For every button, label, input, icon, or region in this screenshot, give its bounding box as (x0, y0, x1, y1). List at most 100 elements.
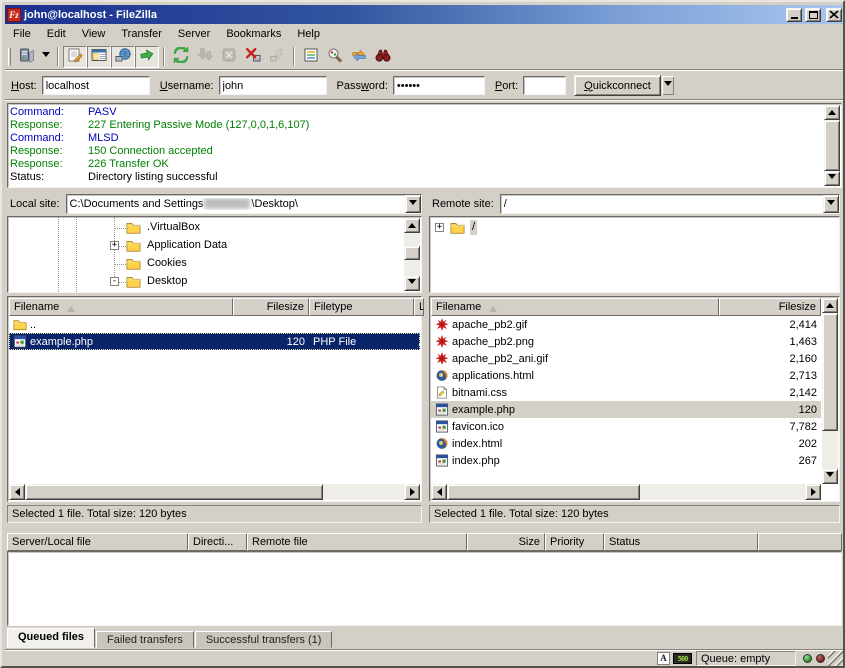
disconnect-button[interactable] (241, 46, 265, 68)
local-directory-tree[interactable]: .VirtualBox+Application DataCookies-Desk… (7, 216, 422, 293)
column-header-filesize[interactable]: Filesize (233, 298, 309, 316)
port-input[interactable] (523, 76, 566, 95)
tree-expander-minus-icon[interactable]: - (110, 277, 119, 286)
remote-site-dropdown-button[interactable] (823, 195, 839, 213)
cancel-button[interactable] (217, 46, 241, 68)
log-line-text: 226 Transfer OK (88, 158, 169, 171)
scroll-down-button[interactable] (824, 171, 840, 186)
file-row-bitnami-css[interactable]: bitnami.css2,142 (431, 384, 821, 401)
file-row-favicon-ico[interactable]: favicon.ico7,782 (431, 418, 821, 435)
local-file-list[interactable]: FilenameFilesizeFiletypeL .. example.php1… (7, 296, 422, 502)
file-row-index-php[interactable]: index.php267 (431, 452, 821, 469)
local-list-hscrollbar[interactable] (9, 484, 420, 500)
message-log-scrollbar[interactable] (824, 105, 840, 186)
scroll-right-button[interactable] (805, 484, 821, 500)
file-row-applications-html[interactable]: applications.html2,713 (431, 367, 821, 384)
tree-expander-plus-icon[interactable]: + (110, 241, 119, 250)
refresh-button[interactable] (169, 46, 193, 68)
scroll-right-button[interactable] (404, 484, 420, 500)
remote-directory-tree[interactable]: +/ (429, 216, 840, 293)
local-site-dropdown-button[interactable] (405, 195, 421, 213)
queue-column-header-size[interactable]: Size (467, 533, 545, 551)
tree-item-cookies[interactable] (8, 255, 421, 273)
queue-body[interactable] (7, 551, 842, 626)
arrow-up-icon (826, 299, 834, 308)
menu-edit[interactable]: Edit (39, 26, 74, 42)
title-bar[interactable]: Fz john@localhost - FileZilla (5, 5, 844, 24)
toolbar-grip[interactable] (8, 48, 11, 66)
data-type-indicator-icon[interactable]: A (657, 652, 670, 665)
menu-transfer[interactable]: Transfer (113, 26, 170, 42)
menu-bookmarks[interactable]: Bookmarks (218, 26, 289, 42)
queue-column-header-directi[interactable]: Directi... (188, 533, 247, 551)
queue-column-header-remote-file[interactable]: Remote file (247, 533, 467, 551)
quickconnect-button[interactable]: Quickconnect (574, 75, 661, 96)
scrollbar-thumb[interactable] (824, 120, 840, 171)
column-header-filename[interactable]: Filename (431, 298, 719, 316)
queue-column-header-priority[interactable]: Priority (545, 533, 604, 551)
compare-directories-button[interactable] (323, 46, 347, 68)
toggle-remote-tree-button[interactable] (111, 46, 135, 68)
folder-icon (450, 221, 465, 234)
scroll-left-button[interactable] (431, 484, 447, 500)
tab-failed-transfers[interactable]: Failed transfers (96, 631, 194, 648)
scrollbar-thumb[interactable] (822, 313, 838, 431)
site-manager-button[interactable] (15, 46, 39, 68)
file-cell-text: apache_pb2.gif (452, 319, 527, 331)
menu-file[interactable]: File (5, 26, 39, 42)
quickconnect-dropdown-button[interactable] (661, 75, 675, 96)
column-header-filesize[interactable]: Filesize (719, 298, 821, 316)
toggle-transfer-queue-button[interactable] (135, 46, 159, 68)
queue-column-header-status[interactable]: Status (604, 533, 758, 551)
minimize-button[interactable] (786, 8, 802, 22)
tree-item-desktop[interactable] (8, 273, 421, 291)
remote-list-vscrollbar[interactable] (822, 298, 838, 484)
local-site-combobox[interactable]: C:\Documents and Settings\Desktop\ (66, 194, 422, 214)
scroll-up-button[interactable] (824, 105, 840, 120)
remote-file-list[interactable]: FilenameFilesize apache_pb2.gif2,414apac… (429, 296, 840, 502)
file-row-example-php[interactable]: example.php120 (431, 401, 821, 418)
menu-server[interactable]: Server (170, 26, 218, 42)
remote-list-hscrollbar[interactable] (431, 484, 821, 500)
tree-item-virtualbox[interactable] (8, 219, 421, 237)
file-row-index-html[interactable]: index.html202 (431, 435, 821, 452)
find-files-button[interactable] (371, 46, 395, 68)
password-input[interactable] (393, 76, 485, 95)
column-header-filetype[interactable]: Filetype (309, 298, 414, 316)
menu-help[interactable]: Help (289, 26, 328, 42)
tree-expander-plus-icon[interactable]: + (435, 223, 444, 232)
reconnect-button[interactable] (265, 46, 289, 68)
tab-queued-files[interactable]: Queued files (7, 628, 95, 648)
toggle-message-log-button[interactable] (63, 46, 87, 68)
toggle-local-tree-button[interactable] (87, 46, 111, 68)
file-row-apache-pb2-gif[interactable]: apache_pb2.gif2,414 (431, 316, 821, 333)
scroll-down-button[interactable] (822, 469, 838, 484)
column-header-filename[interactable]: Filename (9, 298, 233, 316)
resize-grip[interactable] (828, 651, 843, 666)
synchronized-browsing-button[interactable] (347, 46, 371, 68)
directory-listing-filters-button[interactable] (299, 46, 323, 68)
close-button[interactable] (826, 8, 842, 22)
scroll-up-button[interactable] (822, 298, 838, 313)
file-row-[interactable]: .. (9, 316, 420, 333)
file-row-example-php[interactable]: example.php120PHP File1 (9, 333, 420, 350)
process-queue-button[interactable] (193, 46, 217, 68)
username-input[interactable] (219, 76, 327, 95)
remote-site-combobox[interactable]: / (500, 194, 840, 214)
column-header-l[interactable]: L (414, 298, 424, 316)
tree-item-[interactable] (430, 219, 839, 237)
filezilla-app-icon[interactable]: Fz (7, 8, 21, 22)
scrollbar-thumb[interactable] (447, 484, 640, 500)
file-row-apache-pb2-ani-gif[interactable]: apache_pb2_ani.gif2,160 (431, 350, 821, 367)
maximize-button[interactable] (805, 8, 821, 22)
file-row-apache-pb2-png[interactable]: apache_pb2.png1,463 (431, 333, 821, 350)
scrollbar-thumb[interactable] (25, 484, 323, 500)
speed-limits-icon[interactable]: 560 (673, 653, 692, 664)
queue-column-header-server-local-file[interactable]: Server/Local file (7, 533, 188, 551)
site-manager-dropdown-button[interactable] (39, 46, 53, 68)
tab-successful-transfers-1[interactable]: Successful transfers (1) (195, 631, 333, 648)
scroll-left-button[interactable] (9, 484, 25, 500)
file-cell-name: .. (9, 318, 233, 331)
menu-view[interactable]: View (74, 26, 114, 42)
host-input[interactable] (42, 76, 150, 95)
